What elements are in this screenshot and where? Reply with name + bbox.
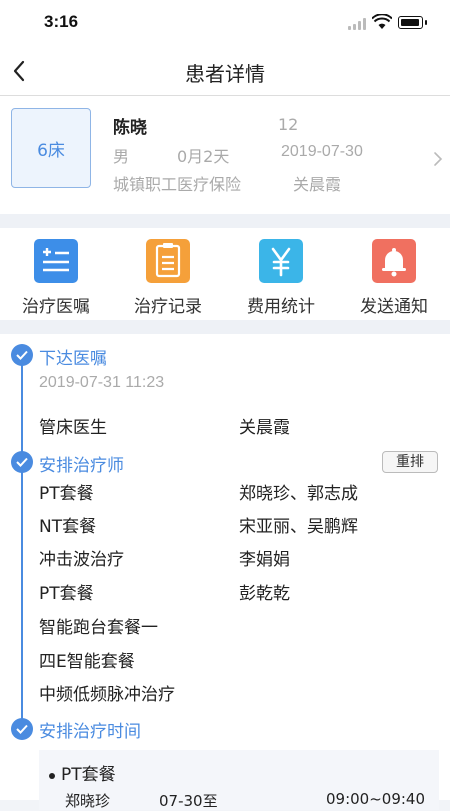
patient-insurance: 城镇职工医疗保险 (113, 175, 242, 194)
therapy-item: 四E智能套餐 (39, 652, 135, 672)
reassign-button[interactable]: 重排 (382, 451, 438, 473)
check-icon (11, 718, 33, 740)
patient-date: 2019-07-30 (281, 143, 363, 160)
therapist-names: 彭乾乾 (239, 584, 290, 604)
therapist-names: 宋亚丽、吴鹏辉 (239, 517, 358, 537)
chevron-right-icon[interactable] (432, 151, 444, 167)
check-icon (11, 451, 33, 473)
check-icon (11, 344, 33, 366)
bell-icon (372, 239, 416, 283)
status-bar: 3:16 (0, 0, 450, 46)
patient-name: 陈晓 (113, 118, 147, 138)
schedule-item: PT套餐 (61, 765, 116, 785)
add-list-icon (34, 239, 78, 283)
action-fee-statistics[interactable]: 费用统计 (225, 228, 337, 320)
stage-title-schedule-time: 安排治疗时间 (39, 722, 141, 742)
action-label: 治疗记录 (134, 297, 202, 317)
stage-title-issue-order: 下达医嘱 (39, 349, 107, 369)
action-treatment-orders[interactable]: 治疗医嘱 (0, 228, 112, 320)
battery-icon (398, 16, 427, 29)
nav-bar: 患者详情 (0, 46, 450, 96)
page-title: 患者详情 (185, 62, 265, 86)
therapy-item: PT套餐 (39, 584, 94, 604)
bed-badge: 6床 (11, 108, 91, 188)
action-send-notification[interactable]: 发送通知 (338, 228, 450, 320)
action-label: 费用统计 (247, 297, 315, 317)
action-label: 治疗医嘱 (22, 297, 90, 317)
section-divider (0, 214, 450, 228)
bed-label: 6床 (37, 140, 65, 161)
order-timestamp: 2019-07-31 11:23 (39, 374, 165, 391)
yen-icon (259, 239, 303, 283)
cellular-signal-icon (348, 18, 370, 30)
attending-doctor-label: 管床医生 (39, 418, 107, 438)
therapy-item: 冲击波治疗 (39, 550, 124, 570)
treatment-timeline: 下达医嘱 2019-07-31 11:23 管床医生 关晨霞 安排治疗师 重排 … (0, 334, 450, 810)
wifi-icon (372, 14, 392, 29)
therapy-item: NT套餐 (39, 517, 97, 537)
action-label: 发送通知 (360, 297, 428, 317)
patient-card[interactable]: 6床 陈晓 12 男 0月2天 2019-07-30 城镇职工医疗保险 关晨霞 (0, 96, 450, 214)
status-time: 3:16 (44, 12, 79, 31)
schedule-time-range: 09:00~09:40 (326, 790, 426, 808)
timeline-line (21, 356, 23, 728)
therapy-item: PT套餐 (39, 484, 94, 504)
patient-gender: 男 (113, 147, 130, 166)
patient-age: 0月2天 (177, 147, 230, 166)
action-treatment-records[interactable]: 治疗记录 (112, 228, 224, 320)
therapist-names: 郑晓珍、郭志成 (239, 484, 358, 504)
schedule-card[interactable]: PT套餐 郑晓珍 07-30至 09:00~09:40 (39, 750, 439, 810)
action-grid: 治疗医嘱 治疗记录 费用统计 发送通知 (0, 228, 450, 320)
document-icon (146, 239, 190, 283)
schedule-therapist: 郑晓珍 (65, 792, 111, 810)
schedule-date-range: 07-30至 (159, 792, 218, 810)
attending-doctor-value: 关晨霞 (239, 418, 290, 438)
patient-doctor: 关晨霞 (293, 175, 342, 194)
bullet-icon (49, 773, 55, 779)
therapy-item: 中频低频脉冲治疗 (39, 685, 175, 705)
patient-id: 12 (278, 115, 299, 134)
section-divider (0, 320, 450, 334)
stage-title-assign-therapist: 安排治疗师 (39, 456, 124, 476)
therapist-names: 李娟娟 (239, 550, 290, 570)
therapy-item: 智能跑台套餐一 (39, 618, 158, 638)
